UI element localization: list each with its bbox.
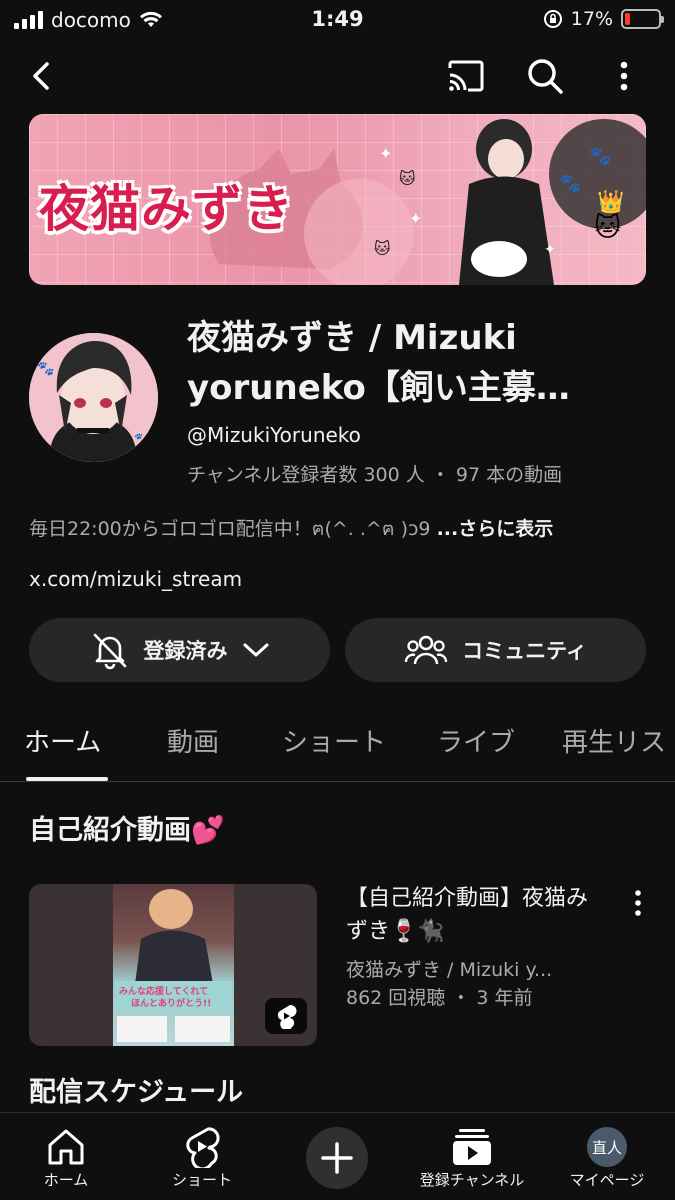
svg-text:🐾: 🐾 xyxy=(37,361,54,377)
app-bar xyxy=(0,44,675,108)
nav-you-label: マイページ xyxy=(569,1171,645,1189)
svg-text:🐾: 🐾 xyxy=(559,173,581,194)
shorts-icon xyxy=(186,1127,220,1168)
svg-text:✦: ✦ xyxy=(409,209,422,228)
tab-playlists[interactable]: 再生リス xyxy=(562,722,666,759)
cast-icon xyxy=(448,60,484,92)
search-button[interactable] xyxy=(521,52,569,100)
thumbnail-illustration: みんな応援してくれて ほんとありがとう!! xyxy=(115,889,232,1042)
nav-home-label: ホーム xyxy=(43,1171,89,1189)
more-button[interactable] xyxy=(600,52,648,100)
nav-shorts[interactable]: ショート xyxy=(142,1125,262,1190)
svg-text:✦: ✦ xyxy=(544,242,556,258)
channel-tabs: ホーム 動画 ショート ライブ 再生リス xyxy=(0,700,675,782)
more-vert-icon xyxy=(620,61,628,91)
orientation-lock-icon xyxy=(543,10,562,28)
active-tab-indicator xyxy=(26,777,108,781)
channel-link[interactable]: x.com/mizuki_stream xyxy=(29,567,242,591)
tab-videos[interactable]: 動画 xyxy=(167,722,219,759)
video-channel: 夜猫みずき / Mizuki y... xyxy=(346,959,553,981)
video-stats: 862 回視聴 ・ 3 年前 xyxy=(346,987,533,1009)
nav-shorts-label: ショート xyxy=(171,1171,232,1189)
nav-subscriptions-label: 登録チャンネル xyxy=(419,1171,525,1189)
back-icon xyxy=(33,62,49,90)
chevron-down-icon xyxy=(243,643,268,657)
channel-title-line2: yoruneko【飼い主募… xyxy=(187,368,570,408)
nav-home[interactable]: ホーム xyxy=(6,1125,126,1190)
community-button[interactable]: コミュニティ xyxy=(345,618,646,682)
shorts-badge xyxy=(265,998,307,1034)
svg-text:🐱: 🐱 xyxy=(399,169,416,188)
subscribed-label: 登録済み xyxy=(143,639,228,663)
tab-shorts[interactable]: ショート xyxy=(282,722,386,759)
channel-title: 夜猫みずき / Mizuki yoruneko【飼い主募… xyxy=(187,313,627,413)
description-text: 毎日22:00からゴロゴロ配信中！ฅ(^. .^ฅ )ɔ9 xyxy=(29,518,437,540)
banner-title: 夜猫みずき xyxy=(39,180,294,238)
account-avatar: 直人 xyxy=(587,1127,627,1167)
show-more-link[interactable]: ...さらに表示 xyxy=(437,518,554,540)
channel-avatar[interactable]: 🐾 🐾 xyxy=(29,333,158,462)
channel-handle: @MizukiYoruneko xyxy=(187,423,361,447)
svg-text:ほんとありがとう!!: ほんとありがとう!! xyxy=(131,997,211,1009)
svg-text:🐱: 🐱 xyxy=(594,213,621,243)
thumbnail-image: みんな応援してくれて ほんとありがとう!! xyxy=(113,884,234,1046)
video-thumbnail[interactable]: みんな応援してくれて ほんとありがとう!! xyxy=(29,884,317,1046)
svg-text:みんな応援してくれて: みんな応援してくれて xyxy=(119,985,208,997)
battery-icon xyxy=(621,9,664,29)
people-icon xyxy=(404,635,448,665)
search-icon xyxy=(528,59,563,94)
battery-percent: 17% xyxy=(570,8,613,30)
nav-you[interactable]: 直人 マイページ xyxy=(547,1125,667,1190)
bottom-navigation: ホーム ショート 登録チャンネル 直人 マイページ xyxy=(0,1112,675,1200)
subscribed-button[interactable]: 登録済み xyxy=(29,618,330,682)
bell-off-icon xyxy=(93,633,126,670)
channel-banner: 🐾 🐾 🐱 🐱 👑 🐱 ✦ ✦ ✦ 夜猫みずき xyxy=(29,114,646,285)
intro-section-title: 自己紹介動画💕 xyxy=(29,815,225,846)
channel-stats: チャンネル登録者数 300 人 ・ 97 本の動画 xyxy=(187,464,563,486)
status-right: 17% xyxy=(543,8,664,30)
video-title[interactable]: 【自己紹介動画】夜猫みずき🍷🐈‍⬛ xyxy=(346,882,606,948)
schedule-section-title: 配信スケジュール xyxy=(29,1077,244,1108)
community-label: コミュニティ xyxy=(462,639,587,663)
avatar-illustration: 🐾 🐾 xyxy=(29,333,158,462)
battery-fill xyxy=(625,13,630,25)
status-bar: docomo 1:49 17% xyxy=(0,0,675,40)
nav-subscriptions[interactable]: 登録チャンネル xyxy=(412,1125,532,1190)
cast-button[interactable] xyxy=(442,52,490,100)
tab-home[interactable]: ホーム xyxy=(24,722,101,759)
tab-live[interactable]: ライブ xyxy=(437,722,515,759)
channel-description[interactable]: 毎日22:00からゴロゴロ配信中！ฅ(^. .^ฅ )ɔ9 ...さらに表示 xyxy=(29,514,553,544)
svg-text:🐱: 🐱 xyxy=(374,239,391,258)
svg-text:🐾: 🐾 xyxy=(589,146,611,167)
video-meta: 夜猫みずき / Mizuki y... 862 回視聴 ・ 3 年前 xyxy=(346,956,552,1012)
create-button[interactable] xyxy=(306,1127,368,1189)
channel-title-line1: 夜猫みずき / Mizuki xyxy=(187,318,517,358)
shorts-icon xyxy=(277,1004,297,1029)
video-more-button[interactable] xyxy=(626,888,650,918)
plus-icon xyxy=(321,1142,353,1174)
svg-text:👑: 👑 xyxy=(597,189,624,215)
svg-text:✦: ✦ xyxy=(379,144,392,163)
more-vert-icon xyxy=(635,890,641,916)
back-button[interactable] xyxy=(18,52,66,100)
subscriptions-icon xyxy=(453,1129,491,1165)
home-icon xyxy=(48,1129,84,1165)
svg-text:🐾: 🐾 xyxy=(134,432,149,446)
